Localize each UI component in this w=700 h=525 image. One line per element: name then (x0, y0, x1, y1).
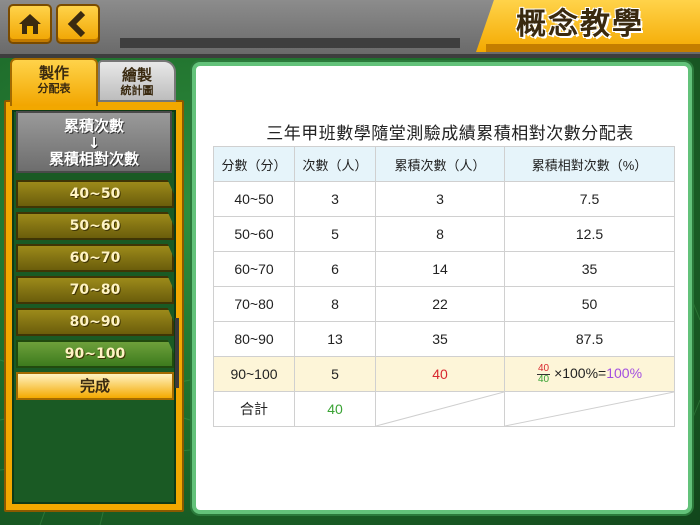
cell-count: 13 (294, 321, 376, 357)
header-cumulative-relative: 累積相對次數（%） (504, 146, 675, 182)
table-row: 50~60 5 8 12.5 (213, 216, 675, 252)
formula-result: 100% (606, 364, 643, 381)
top-bar-stripe (120, 38, 460, 48)
cell-total-label: 合計 (213, 391, 295, 427)
tab-make-label: 製作 (38, 64, 69, 82)
cell-cumulative: 35 (375, 321, 505, 357)
table-row: 60~70 6 14 35 (213, 251, 675, 287)
arrow-down-icon: ↓ (87, 134, 101, 152)
tab-draw-label: 繪製 (121, 66, 152, 84)
cell-cumulative: 8 (375, 216, 505, 252)
cell-count: 5 (294, 356, 376, 392)
cell-range: 90~100 (213, 356, 295, 392)
cell-count: 3 (294, 181, 376, 217)
cell-cumulative: 40 (375, 356, 505, 392)
cell-range: 80~90 (213, 321, 295, 357)
cell-relative: 50 (504, 286, 675, 322)
sidebar-item-80-90[interactable]: 80~90 (16, 308, 174, 336)
chevron-left-icon (67, 11, 86, 37)
table-title: 三年甲班數學隨堂測驗成績累積相對次數分配表 (266, 124, 634, 144)
fraction: 40 40 (536, 362, 551, 385)
home-icon (19, 14, 41, 34)
table-row: 40~50 3 3 7.5 (213, 181, 675, 217)
header-cumulative: 累積次數（人） (375, 146, 505, 182)
diagonal-line (505, 392, 674, 426)
table-header-row: 分數（分） 次數（人） 累積次數（人） 累積相對次數（%） (213, 146, 675, 182)
sidebar-item-70-80[interactable]: 70~80 (16, 276, 174, 304)
cell-relative: 87.5 (504, 321, 675, 357)
table-row: 70~80 8 22 50 (213, 286, 675, 322)
cell-relative: 35 (504, 251, 675, 287)
header-count: 次數（人） (294, 146, 376, 182)
cell-relative-formula: 40 40 ×100%=100% (504, 356, 675, 392)
table-row: 80~90 13 35 87.5 (213, 321, 675, 357)
cell-range: 60~70 (213, 251, 295, 287)
fraction-denominator: 40 (537, 373, 550, 385)
header-score: 分數（分） (213, 146, 295, 182)
cell-relative: 12.5 (504, 216, 675, 252)
formula-text: ×100%= (554, 364, 607, 381)
tab-draw-sublabel: 統計圖 (120, 84, 154, 97)
sidebar-item-50-60[interactable]: 50~60 (16, 212, 174, 240)
done-button[interactable]: 完成 (16, 372, 174, 400)
fraction-numerator: 40 (536, 362, 551, 375)
back-button[interactable] (56, 4, 100, 44)
diagonal-line (376, 392, 504, 426)
sidebar-header-step[interactable]: 累積次數 ↓ 累積相對次數 (16, 111, 172, 173)
cell-relative: 7.5 (504, 181, 675, 217)
cell-total-value: 40 (294, 391, 376, 427)
header-step-line2: 累積相對次數 (48, 150, 139, 168)
cell-count: 6 (294, 251, 376, 287)
cell-cumulative: 22 (375, 286, 505, 322)
sidebar-item-90-100[interactable]: 90~100 (16, 340, 174, 368)
cell-range: 40~50 (213, 181, 295, 217)
distribution-table: 分數（分） 次數（人） 累積次數（人） 累積相對次數（%） 40~50 3 3 … (213, 146, 675, 427)
cell-empty (375, 391, 505, 427)
sidebar-item-40-50[interactable]: 40~50 (16, 180, 174, 208)
scrollbar[interactable] (175, 318, 179, 388)
cell-cumulative: 3 (375, 181, 505, 217)
cell-count: 8 (294, 286, 376, 322)
tab-make-table[interactable]: 製作 分配表 (10, 58, 98, 106)
cell-empty (504, 391, 675, 427)
page-title: 概念教學 (516, 7, 644, 42)
tab-draw-chart[interactable]: 繪製 統計圖 (98, 60, 176, 102)
tab-make-sublabel: 分配表 (37, 82, 71, 95)
cell-range: 50~60 (213, 216, 295, 252)
table-row-total: 合計 40 (213, 391, 675, 427)
table-row-highlight: 90~100 5 40 40 40 ×100%=100% (213, 356, 675, 392)
home-button[interactable] (8, 4, 52, 44)
cell-cumulative: 14 (375, 251, 505, 287)
cell-range: 70~80 (213, 286, 295, 322)
sidebar-item-60-70[interactable]: 60~70 (16, 244, 174, 272)
cell-count: 5 (294, 216, 376, 252)
